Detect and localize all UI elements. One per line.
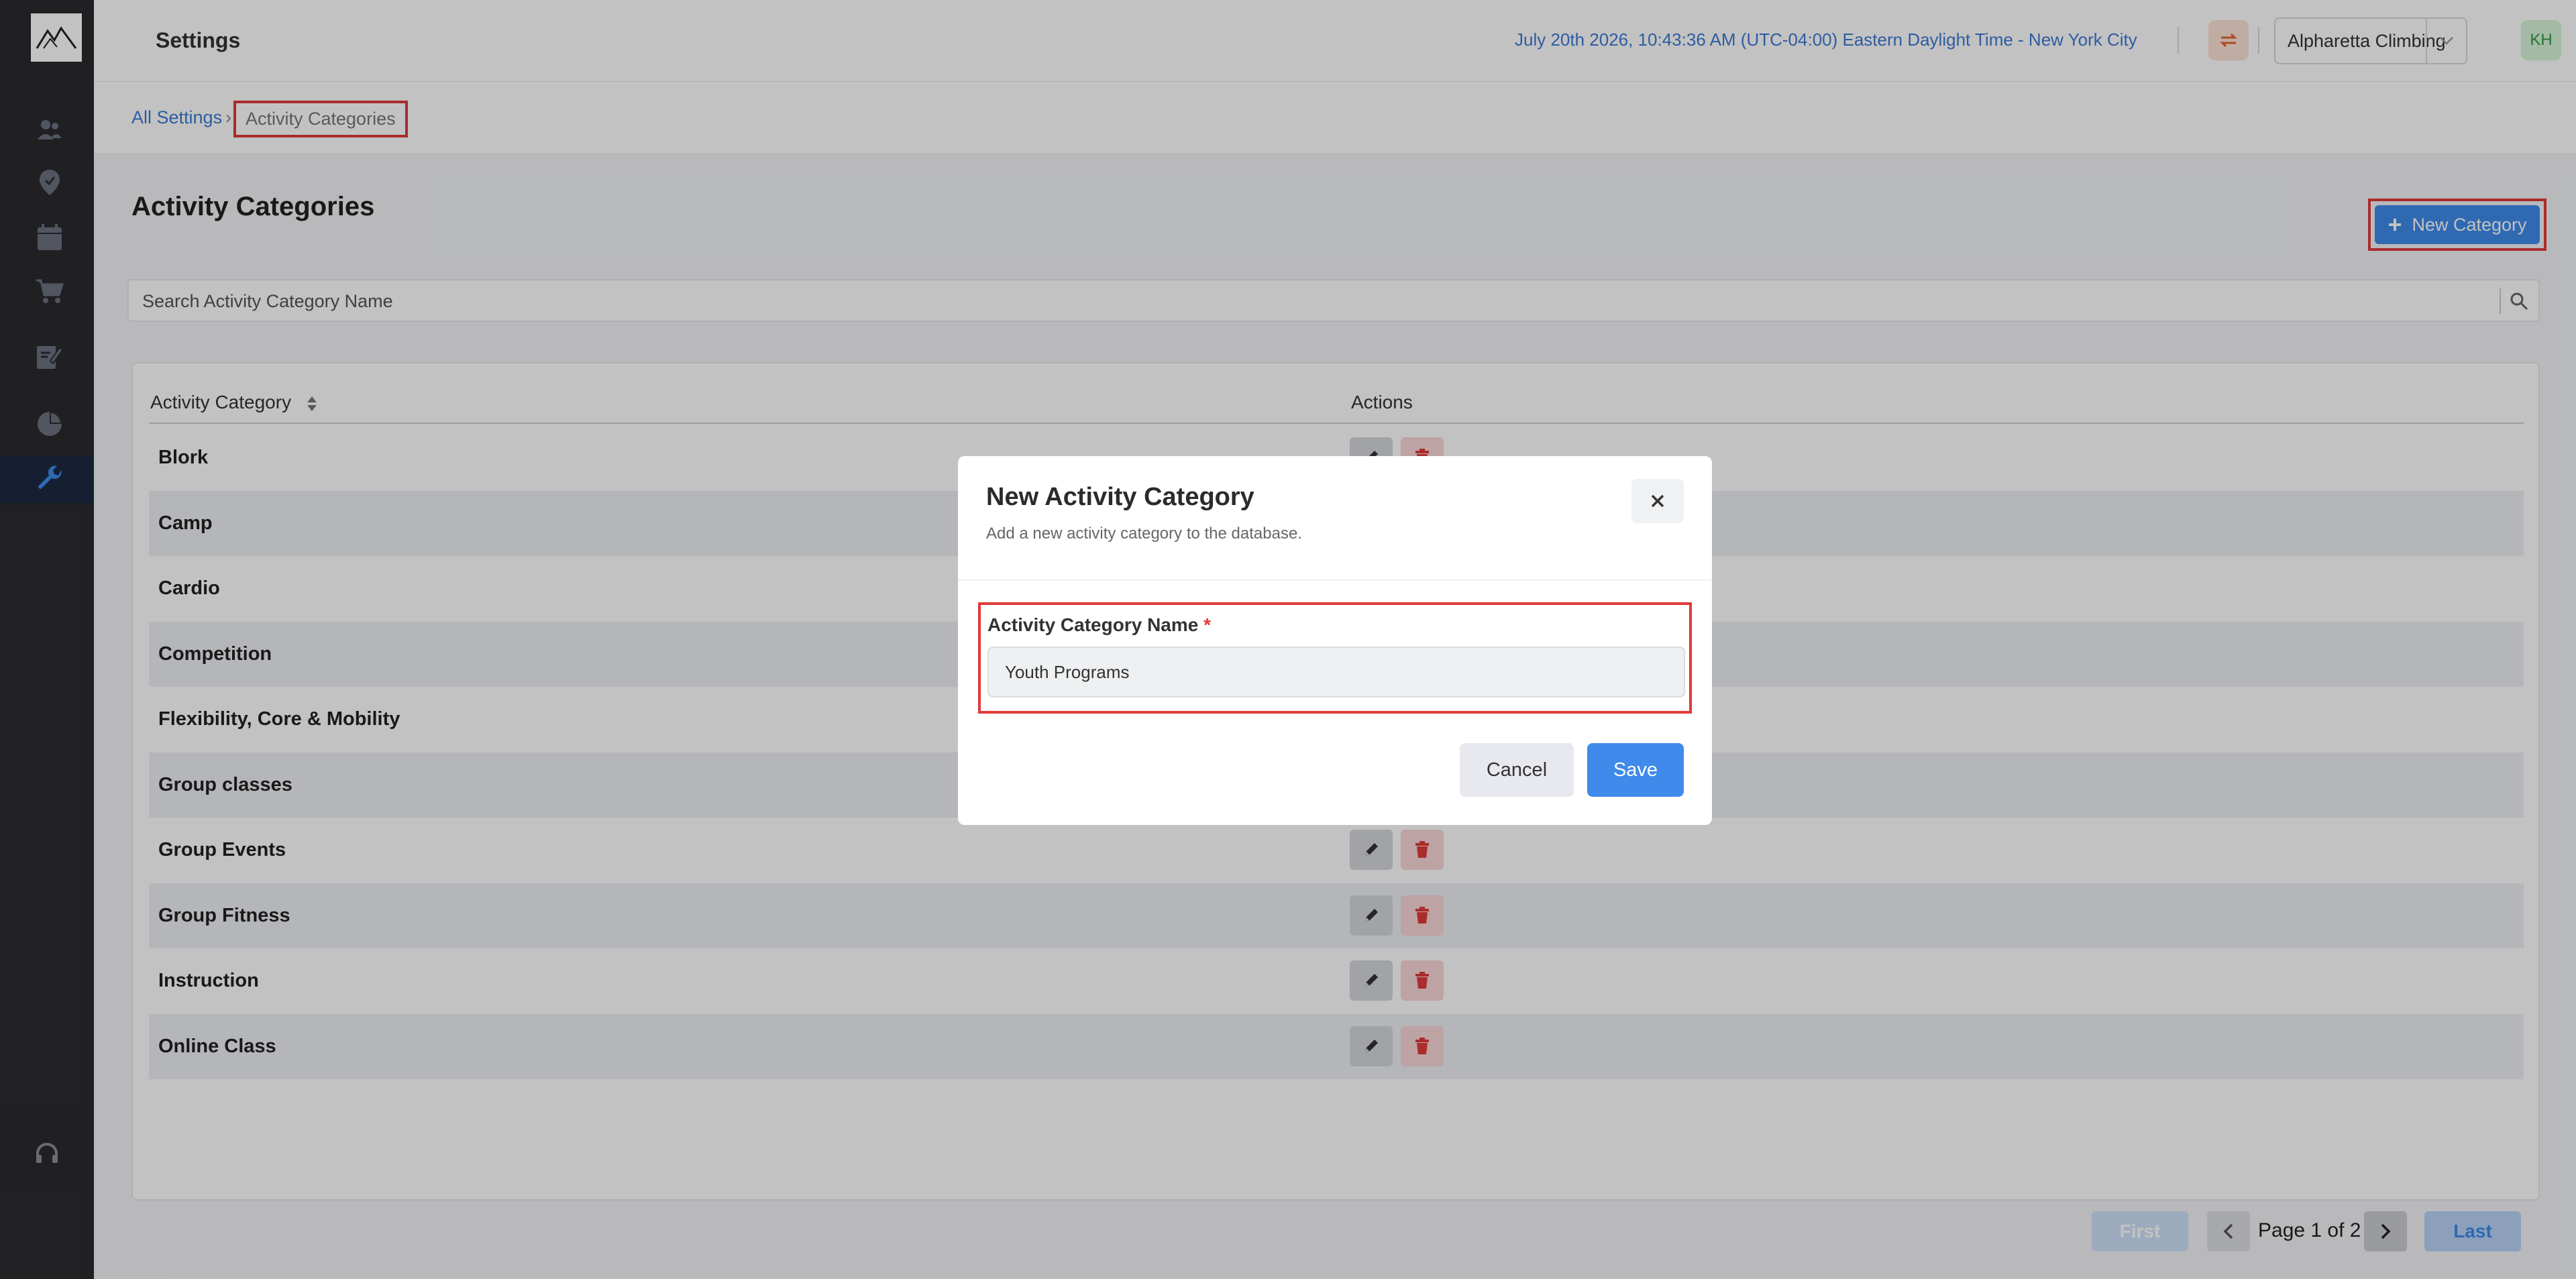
category-name-field-highlight: Activity Category Name * — [978, 602, 1692, 714]
new-category-modal: New Activity Category Add a new activity… — [958, 456, 1712, 825]
close-icon — [1651, 494, 1664, 508]
modal-subtitle: Add a new activity category to the datab… — [986, 524, 1302, 543]
modal-close-button[interactable] — [1631, 479, 1684, 523]
category-name-input[interactable] — [987, 647, 1685, 698]
required-asterisk: * — [1203, 614, 1212, 635]
save-button[interactable]: Save — [1587, 743, 1684, 797]
category-name-label-text: Activity Category Name — [987, 614, 1199, 635]
modal-divider — [958, 579, 1712, 581]
cancel-button[interactable]: Cancel — [1460, 743, 1574, 797]
category-name-label: Activity Category Name * — [987, 614, 1211, 636]
modal-title: New Activity Category — [986, 483, 1254, 511]
